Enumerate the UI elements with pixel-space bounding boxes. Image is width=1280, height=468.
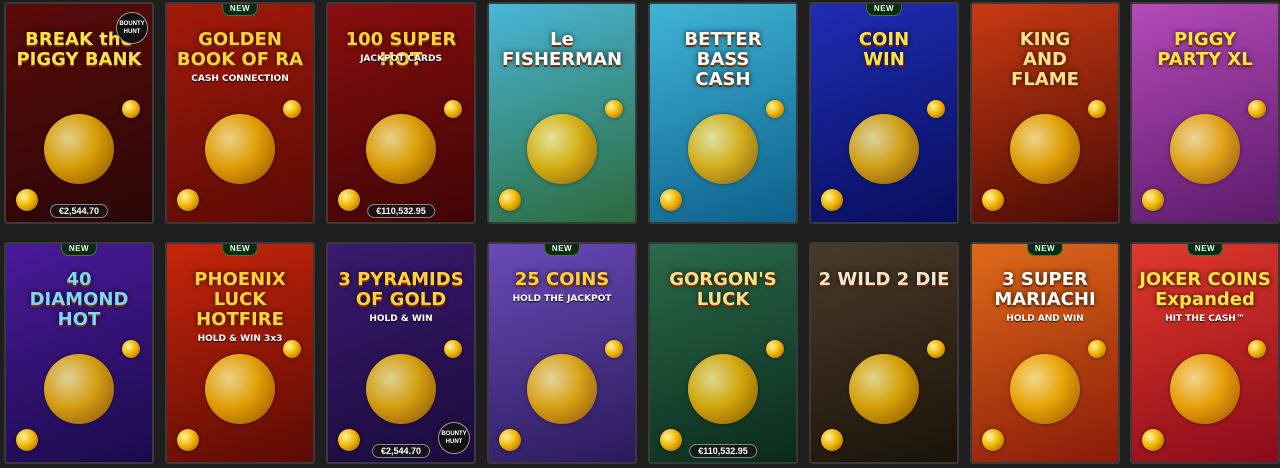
- game-title: KING AND FLAME: [1011, 29, 1079, 90]
- gold-coin-icon: [849, 114, 919, 184]
- gold-coin-icon: [499, 189, 521, 211]
- game-title: 100 SUPER HOT: [345, 29, 457, 70]
- gold-coin-icon: [205, 114, 275, 184]
- game-title: 40 DIAMOND HOT: [29, 269, 129, 330]
- gold-coin-icon: [1088, 100, 1106, 118]
- gold-coin-icon: [927, 100, 945, 118]
- new-badge: NEW: [60, 244, 98, 256]
- game-tile-joker-coins-expanded[interactable]: JOKER COINS Expanded HIT THE CASH™ NEW: [1130, 242, 1280, 464]
- gold-coin-icon: [1142, 189, 1164, 211]
- game-title: 3 SUPER MARIACHI: [994, 269, 1096, 310]
- gold-coin-icon: [122, 100, 140, 118]
- game-tile-25-coins[interactable]: 25 COINS HOLD THE JACKPOT NEW: [487, 242, 637, 464]
- gold-coin-icon: [660, 429, 682, 451]
- new-badge: NEW: [221, 244, 259, 256]
- gold-coin-icon: [366, 114, 436, 184]
- gold-coin-icon: [338, 189, 360, 211]
- gold-coin-icon: [1248, 100, 1266, 118]
- gold-coin-icon: [849, 354, 919, 424]
- game-title: GORGON'S LUCK: [669, 269, 777, 310]
- gold-coin-icon: [44, 114, 114, 184]
- new-badge: NEW: [543, 244, 581, 256]
- game-subtitle: HOLD & WIN: [369, 314, 433, 324]
- gold-coin-icon: [1010, 114, 1080, 184]
- gold-coin-icon: [499, 429, 521, 451]
- game-subtitle: CASH CONNECTION: [191, 74, 289, 84]
- game-title: Le FISHERMAN: [501, 29, 623, 70]
- game-title: 2 WILD 2 DIE: [818, 269, 950, 290]
- jackpot-amount: €110,532.95: [367, 204, 435, 218]
- gold-coin-icon: [766, 100, 784, 118]
- gold-coin-icon: [1248, 340, 1266, 358]
- new-badge: NEW: [1026, 244, 1064, 256]
- gold-coin-icon: [205, 354, 275, 424]
- gold-coin-icon: [1170, 114, 1240, 184]
- gold-coin-icon: [982, 429, 1004, 451]
- bounty-hunt-badge: BOUNTY HUNT: [438, 422, 470, 454]
- game-tile-gorgon-s-luck[interactable]: GORGON'S LUCK €110,532.95: [648, 242, 798, 464]
- game-subtitle: HOLD & WIN 3x3: [197, 334, 283, 344]
- game-subtitle: JACKPOT CARDS: [360, 54, 442, 64]
- game-tile-phoenix-luck-hotfire[interactable]: PHOENIX LUCK HOTFIRE HOLD & WIN 3x3 NEW: [165, 242, 315, 464]
- gold-coin-icon: [527, 114, 597, 184]
- game-tile-piggy-party-xl[interactable]: PIGGY PARTY XL: [1130, 2, 1280, 224]
- gold-coin-icon: [1010, 354, 1080, 424]
- gold-coin-icon: [1142, 429, 1164, 451]
- jackpot-amount: €2,544.70: [371, 444, 431, 458]
- gold-coin-icon: [605, 100, 623, 118]
- jackpot-amount: €110,532.95: [689, 444, 757, 458]
- jackpot-amount: €2,544.70: [49, 204, 109, 218]
- game-title: 3 PYRAMIDS OF GOLD: [338, 269, 464, 310]
- game-tile-2-wild-2-die[interactable]: 2 WILD 2 DIE: [809, 242, 959, 464]
- gold-coin-icon: [821, 429, 843, 451]
- game-tile-golden-book-of-ra[interactable]: GOLDEN BOOK OF RA CASH CONNECTION NEW: [165, 2, 315, 224]
- new-badge: NEW: [221, 4, 259, 16]
- game-title: 25 COINS: [514, 269, 610, 290]
- gold-coin-icon: [338, 429, 360, 451]
- game-tile-100-super-hot[interactable]: 100 SUPER HOT JACKPOT CARDS €110,532.95: [326, 2, 476, 224]
- gold-coin-icon: [44, 354, 114, 424]
- gold-coin-icon: [821, 189, 843, 211]
- game-title: PHOENIX LUCK HOTFIRE: [194, 269, 286, 330]
- gold-coin-icon: [444, 100, 462, 118]
- new-badge: NEW: [1186, 244, 1224, 256]
- game-tile-3-super-mariachi[interactable]: 3 SUPER MARIACHI HOLD AND WIN NEW: [970, 242, 1120, 464]
- gold-coin-icon: [283, 100, 301, 118]
- gold-coin-icon: [605, 340, 623, 358]
- gold-coin-icon: [688, 354, 758, 424]
- gold-coin-icon: [177, 189, 199, 211]
- game-tile-3-pyramids-of-gold[interactable]: 3 PYRAMIDS OF GOLD HOLD & WIN €2,544.70 BOU…: [326, 242, 476, 464]
- gold-coin-icon: [16, 429, 38, 451]
- gold-coin-icon: [177, 429, 199, 451]
- game-title: BETTER BASS CASH: [684, 29, 762, 90]
- game-title: GOLDEN BOOK OF RA: [176, 29, 304, 70]
- game-subtitle: HIT THE CASH™: [1165, 314, 1245, 324]
- game-tile-break-the-piggy-bank[interactable]: BREAK the PIGGY BANK €2,544.70 BOUNTY HUNT: [4, 2, 154, 224]
- gold-coin-icon: [660, 189, 682, 211]
- gold-coin-icon: [366, 354, 436, 424]
- game-tile-40-diamond-hot[interactable]: 40 DIAMOND HOT NEW: [4, 242, 154, 464]
- bounty-hunt-badge: BOUNTY HUNT: [116, 12, 148, 44]
- gold-coin-icon: [16, 189, 38, 211]
- new-badge: NEW: [865, 4, 903, 16]
- game-tile-better-bass-cash[interactable]: BETTER BASS CASH: [648, 2, 798, 224]
- game-grid: BREAK the PIGGY BANK €2,544.70 BOUNTY HUNT…: [0, 0, 1280, 468]
- gold-coin-icon: [927, 340, 945, 358]
- game-subtitle: HOLD AND WIN: [1006, 314, 1084, 324]
- game-title: PIGGY PARTY XL: [1157, 29, 1253, 70]
- gold-coin-icon: [527, 354, 597, 424]
- gold-coin-icon: [122, 340, 140, 358]
- gold-coin-icon: [766, 340, 784, 358]
- game-title: COIN WIN: [858, 29, 910, 70]
- game-title: JOKER COINS Expanded: [1139, 269, 1271, 310]
- game-tile-coin-win[interactable]: COIN WIN NEW: [809, 2, 959, 224]
- gold-coin-icon: [1088, 340, 1106, 358]
- gold-coin-icon: [1170, 354, 1240, 424]
- game-subtitle: HOLD THE JACKPOT: [512, 294, 612, 304]
- game-tile-king-and-flame[interactable]: KING AND FLAME: [970, 2, 1120, 224]
- gold-coin-icon: [444, 340, 462, 358]
- gold-coin-icon: [688, 114, 758, 184]
- gold-coin-icon: [982, 189, 1004, 211]
- game-tile-le-fisherman[interactable]: Le FISHERMAN: [487, 2, 637, 224]
